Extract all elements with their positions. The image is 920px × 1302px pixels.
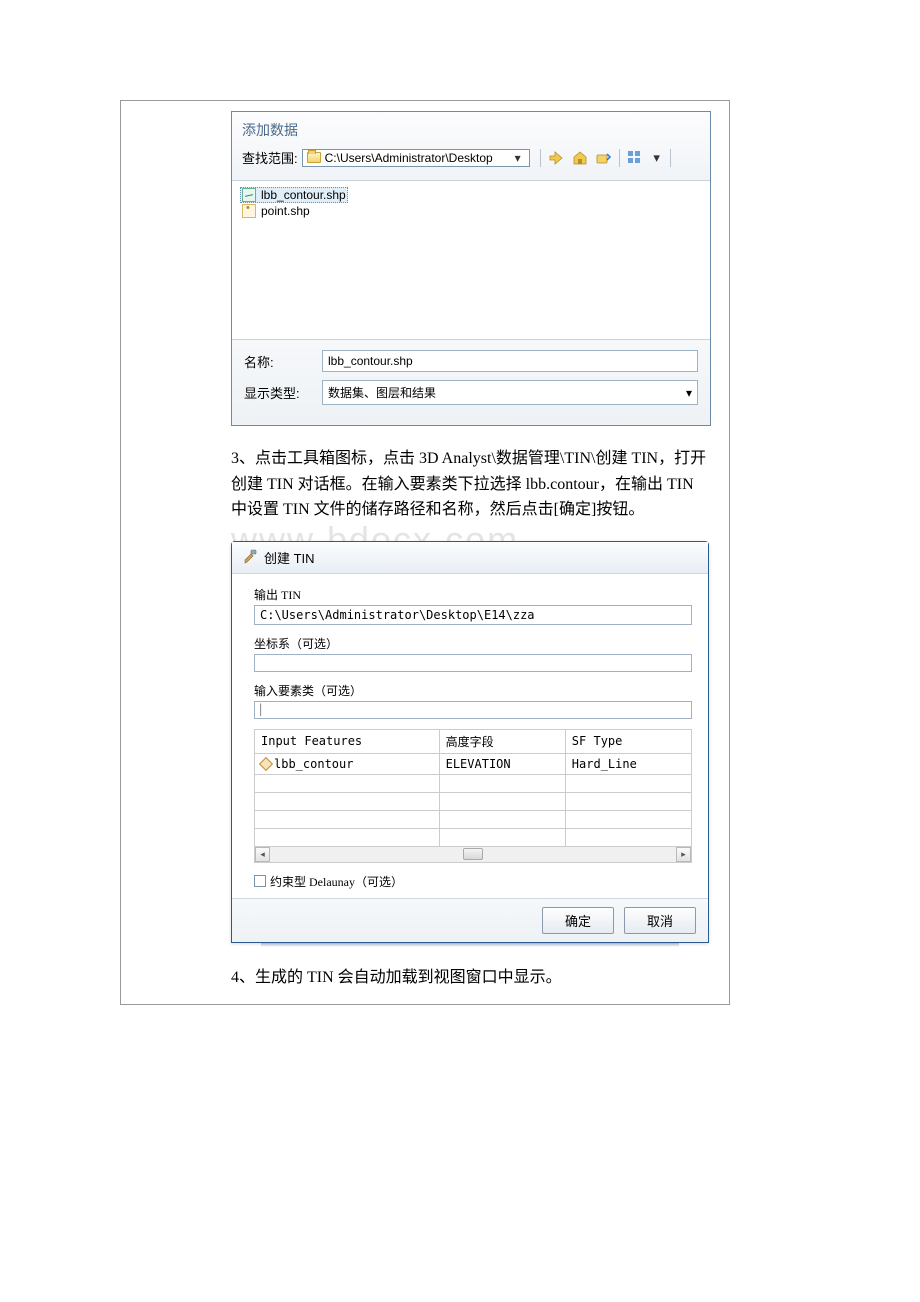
- shapefile-line-icon: [242, 188, 256, 202]
- file-list[interactable]: lbb_contour.shp point.shp: [232, 180, 710, 339]
- output-tin-input[interactable]: C:\Users\Administrator\Desktop\E14\zza: [254, 605, 692, 625]
- up-level-icon[interactable]: [547, 149, 565, 167]
- scroll-thumb[interactable]: [463, 848, 483, 860]
- constraint-label: 约束型 Delaunay（可选）: [270, 873, 403, 890]
- constraint-checkbox-row[interactable]: 约束型 Delaunay（可选）: [254, 873, 692, 890]
- feature-table: Input Features 高度字段 SF Type lbb_contour …: [254, 729, 692, 847]
- create-tin-titlebar: 创建 TIN: [232, 542, 708, 574]
- col-sf-type[interactable]: SF Type: [565, 729, 691, 753]
- separator: [670, 149, 671, 167]
- type-label: 显示类型:: [244, 383, 322, 402]
- coord-input[interactable]: [254, 654, 692, 672]
- connect-folder-icon[interactable]: [595, 149, 613, 167]
- separator: [619, 149, 620, 167]
- feature-class-label: 输入要素类（可选）: [254, 682, 692, 699]
- home-icon[interactable]: [571, 149, 589, 167]
- scroll-right-icon[interactable]: ▸: [676, 847, 691, 862]
- paragraph-step-3: 3、点击工具箱图标，点击 3D Analyst\数据管理\TIN\创建 TIN，…: [231, 446, 709, 523]
- ok-button[interactable]: 确定: [542, 907, 614, 934]
- type-value: 数据集、图层和结果: [328, 384, 436, 401]
- cell-feature: lbb_contour: [274, 757, 353, 771]
- folder-icon: [307, 152, 321, 163]
- chevron-down-icon: ▾: [511, 151, 525, 165]
- lookup-row: 查找范围: C:\Users\Administrator\Desktop ▾: [242, 148, 700, 167]
- lookup-path-select[interactable]: C:\Users\Administrator\Desktop ▾: [302, 149, 530, 167]
- chevron-down-icon: ▾: [686, 386, 692, 400]
- name-label: 名称:: [244, 352, 322, 371]
- create-tin-title: 创建 TIN: [264, 548, 315, 567]
- scroll-left-icon[interactable]: ◂: [255, 847, 270, 862]
- file-name: lbb_contour.shp: [261, 188, 346, 202]
- chevron-down-icon[interactable]: ▾: [650, 151, 664, 165]
- tool-hammer-icon: [242, 549, 258, 565]
- add-data-title: 添加数据: [242, 120, 700, 140]
- shapefile-point-icon: [242, 204, 256, 218]
- feature-class-input[interactable]: |: [254, 701, 692, 719]
- file-item[interactable]: lbb_contour.shp: [240, 187, 348, 203]
- coord-label: 坐标系（可选）: [254, 635, 692, 652]
- lookup-label: 查找范围:: [242, 148, 298, 167]
- horizontal-scrollbar[interactable]: ◂ ▸: [254, 847, 692, 863]
- dialog-footer: 确定 取消: [232, 898, 708, 942]
- table-row: [255, 774, 692, 792]
- dialog-shadow: [261, 943, 679, 947]
- table-row: [255, 828, 692, 846]
- view-grid-icon[interactable]: [626, 149, 644, 167]
- add-data-dialog: 添加数据 查找范围: C:\Users\Administrator\Deskto…: [231, 111, 711, 426]
- table-row[interactable]: lbb_contour ELEVATION Hard_Line: [255, 753, 692, 774]
- col-height-field[interactable]: 高度字段: [439, 729, 565, 753]
- create-tin-dialog: 创建 TIN 输出 TIN C:\Users\Administrator\Des…: [231, 541, 709, 943]
- polygon-icon: [259, 757, 273, 771]
- toolbar-icons: ▾: [534, 149, 671, 167]
- cell-sftype: Hard_Line: [565, 753, 691, 774]
- checkbox-icon[interactable]: [254, 875, 266, 887]
- type-select[interactable]: 数据集、图层和结果 ▾: [322, 380, 698, 405]
- name-input[interactable]: lbb_contour.shp: [322, 350, 698, 372]
- file-name: point.shp: [261, 204, 310, 218]
- separator: [540, 149, 541, 167]
- paragraph-step-4: 4、生成的 TIN 会自动加载到视图窗口中显示。: [231, 965, 709, 991]
- cancel-button[interactable]: 取消: [624, 907, 696, 934]
- document-frame: 添加数据 查找范围: C:\Users\Administrator\Deskto…: [120, 100, 730, 1005]
- content-cell: 添加数据 查找范围: C:\Users\Administrator\Deskto…: [121, 111, 729, 990]
- table-row: [255, 792, 692, 810]
- create-tin-wrap: 创建 TIN 输出 TIN C:\Users\Administrator\Des…: [231, 541, 709, 947]
- cell-height: ELEVATION: [439, 753, 565, 774]
- bottom-fields: 名称: lbb_contour.shp 显示类型: 数据集、图层和结果 ▾: [232, 339, 710, 425]
- lookup-path-text: C:\Users\Administrator\Desktop: [325, 151, 493, 165]
- col-input-features[interactable]: Input Features: [255, 729, 440, 753]
- file-item[interactable]: point.shp: [240, 203, 702, 219]
- table-row: [255, 810, 692, 828]
- output-tin-label: 输出 TIN: [254, 586, 692, 603]
